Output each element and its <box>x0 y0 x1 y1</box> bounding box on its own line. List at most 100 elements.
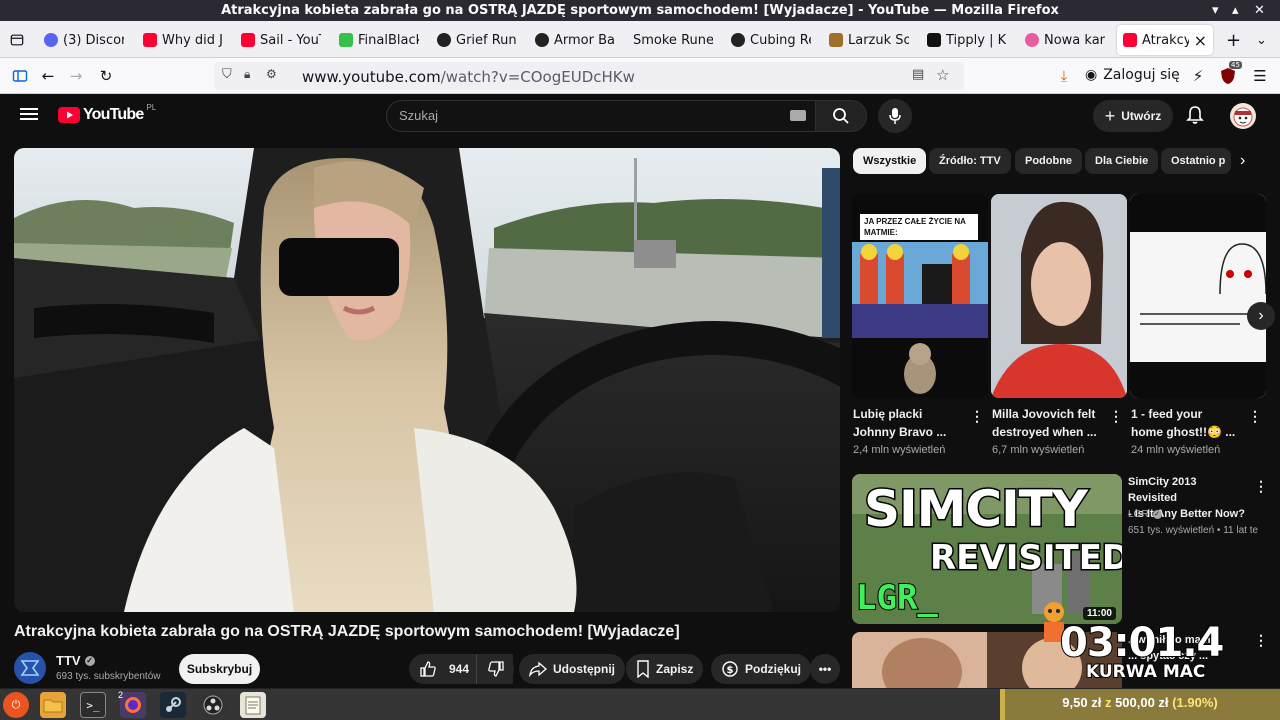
chip-for-you[interactable]: Dla Ciebie <box>1085 148 1159 174</box>
short-title-3[interactable]: 1 - feed your home ghost!!😳 ... <box>1131 405 1246 441</box>
firefox-window-count: 2 <box>118 690 124 700</box>
voice-search-button[interactable] <box>878 99 912 133</box>
short-menu-icon-1[interactable]: ⋮ <box>970 408 984 425</box>
youtube-wordmark: YouTube <box>83 106 144 123</box>
browser-tab-12[interactable]: Atrakcyj × <box>1117 25 1213 55</box>
new-tab-button[interactable]: + <box>1220 25 1244 55</box>
search-input[interactable]: Szukaj <box>386 100 816 132</box>
permissions-icon[interactable]: ⚙ <box>266 67 277 81</box>
login-button[interactable]: ◉ Zaloguj się <box>1085 67 1180 83</box>
keyboard-icon[interactable] <box>790 110 806 121</box>
close-window-icon[interactable]: ✕ <box>1254 0 1265 21</box>
chip-all[interactable]: Wszystkie <box>853 148 927 174</box>
lock-icon[interactable]: 🔒︎ <box>244 67 250 82</box>
browser-tab-9[interactable]: Larzuk So <box>823 25 915 55</box>
circle-icon <box>1025 33 1039 47</box>
short-menu-icon-3[interactable]: ⋮ <box>1248 408 1262 425</box>
rec-channel-1[interactable]: LGR ✓ <box>1128 509 1162 520</box>
search-icon <box>833 108 849 124</box>
rec-thumbnail-1[interactable]: SIMCITY REVISITED LGR_ 11:00 <box>852 474 1122 624</box>
share-icon <box>529 661 547 677</box>
short-thumbnail-3[interactable] <box>1130 194 1266 398</box>
notifications-bell-icon[interactable] <box>1186 105 1204 130</box>
browser-tab-6[interactable]: Armor Ba <box>529 25 621 55</box>
app-menu-icon[interactable]: ⏻ <box>3 692 29 718</box>
steam-icon[interactable] <box>160 692 186 718</box>
menu-icon[interactable]: ☰ <box>1248 64 1272 88</box>
short-thumbnail-2[interactable] <box>991 194 1127 398</box>
video-player[interactable] <box>14 148 840 612</box>
rec-menu-icon-2[interactable]: ⋮ <box>1254 632 1268 649</box>
short-title-2-line2: destroyed when ... <box>992 425 1097 439</box>
shield-icon[interactable]: ⛉ <box>222 67 232 82</box>
dislike-button[interactable] <box>476 654 514 684</box>
tab-label: Why did J <box>162 32 223 48</box>
thanks-button[interactable]: $ Podziękuj <box>711 654 812 684</box>
chips-next-icon[interactable]: › <box>1240 152 1245 170</box>
firefox-icon[interactable]: 2 <box>118 690 146 718</box>
bookmark-star-icon[interactable]: ☆ <box>936 66 949 84</box>
browser-tab-2[interactable]: Why did J <box>137 25 229 55</box>
ttv-logo-icon <box>20 660 40 676</box>
rec-menu-icon-1[interactable]: ⋮ <box>1254 478 1268 495</box>
minimize-icon[interactable]: ▾ <box>1212 0 1219 21</box>
youtube-play-icon <box>58 107 80 123</box>
url-bar[interactable]: ⛉ 🔒︎ ⚙ www.youtube.com/watch?v=COogEUDcH… <box>214 62 964 90</box>
tab-label: Cubing Re <box>750 32 811 48</box>
browser-tab-1[interactable]: (3) Discord <box>38 25 130 55</box>
text-editor-icon[interactable] <box>240 692 266 718</box>
chip-similar[interactable]: Podobne <box>1015 148 1083 174</box>
larzuk-icon <box>829 33 843 47</box>
terminal-icon[interactable]: >_ <box>80 692 106 718</box>
browser-tab-7[interactable]: Smoke Rune <box>627 25 719 55</box>
extensions-icon[interactable]: ⚡ <box>1186 64 1210 88</box>
avatar[interactable] <box>1230 103 1256 129</box>
short-views-1: 2,4 mln wyświetleń <box>853 444 946 456</box>
donation-amount: 9,50 zł <box>1062 695 1102 710</box>
chip-source[interactable]: Źródło: TTV <box>929 148 1011 174</box>
portrait-frame <box>991 194 1127 398</box>
reload-icon[interactable]: ↻ <box>94 64 118 88</box>
search-button[interactable] <box>815 100 867 132</box>
verified-icon: ✓ <box>84 655 95 666</box>
youtube-logo[interactable]: YouTube PL <box>58 103 156 124</box>
obs-icon[interactable] <box>200 692 226 718</box>
reader-view-icon[interactable]: ▤ <box>912 67 924 82</box>
back-arrow-icon[interactable]: ← <box>36 64 60 88</box>
browser-tab-10[interactable]: Tipply | K <box>921 25 1013 55</box>
close-tab-icon[interactable]: × <box>1194 31 1207 50</box>
url-text[interactable]: www.youtube.com/watch?v=COogEUDcHKw <box>302 68 635 86</box>
window-title: Atrakcyjna kobieta zabrała go na OSTRĄ J… <box>221 3 1059 18</box>
downloads-icon[interactable]: ⤓ <box>1052 64 1076 88</box>
thanks-label: Podziękuj <box>745 662 802 676</box>
guide-menu-icon[interactable] <box>20 106 38 127</box>
tab-overflow-icon[interactable]: ⌄ <box>1250 25 1274 55</box>
browser-tab-8[interactable]: Cubing Re <box>725 25 817 55</box>
shorts-next-button[interactable]: › <box>1247 302 1275 330</box>
forward-arrow-icon[interactable]: → <box>64 64 88 88</box>
browser-tab-11[interactable]: Nowa kar <box>1019 25 1111 55</box>
browser-tab-4[interactable]: FinalBlack <box>333 25 425 55</box>
maximize-icon[interactable]: ▴ <box>1232 0 1239 21</box>
ublock-icon[interactable]: 45 <box>1216 61 1242 88</box>
subscribe-button[interactable]: Subskrybuj <box>179 654 260 684</box>
more-actions-button[interactable]: ••• <box>810 654 840 684</box>
short-title-1[interactable]: Lubię placki Johnny Bravo ... <box>853 405 968 441</box>
channel-avatar[interactable] <box>14 652 46 684</box>
share-button[interactable]: Udostępnij <box>519 654 625 684</box>
channel-name[interactable]: TTV ✓ <box>56 653 95 668</box>
short-title-2[interactable]: Milla Jovovich felt destroyed when ... <box>992 405 1107 441</box>
browser-tab-5[interactable]: Grief Run <box>431 25 523 55</box>
sidebar-toggle-icon[interactable] <box>8 64 32 88</box>
tab-label: Nowa kar <box>1044 32 1105 48</box>
browser-tab-3[interactable]: Sail - YouT <box>235 25 327 55</box>
short-thumbnail-1[interactable]: JA PRZEZ CAŁE ŻYCIE NA MATMIE: <box>852 194 988 398</box>
short-menu-icon-2[interactable]: ⋮ <box>1109 408 1123 425</box>
create-button[interactable]: + Utwórz <box>1093 100 1173 132</box>
save-button[interactable]: Zapisz <box>626 654 704 684</box>
donation-goal: 500,00 zł <box>1115 695 1169 710</box>
chip-recent[interactable]: Ostatnio p <box>1161 148 1231 174</box>
file-manager-icon[interactable] <box>40 692 66 718</box>
tab-list-icon[interactable] <box>4 25 30 55</box>
video-frame <box>14 148 840 612</box>
